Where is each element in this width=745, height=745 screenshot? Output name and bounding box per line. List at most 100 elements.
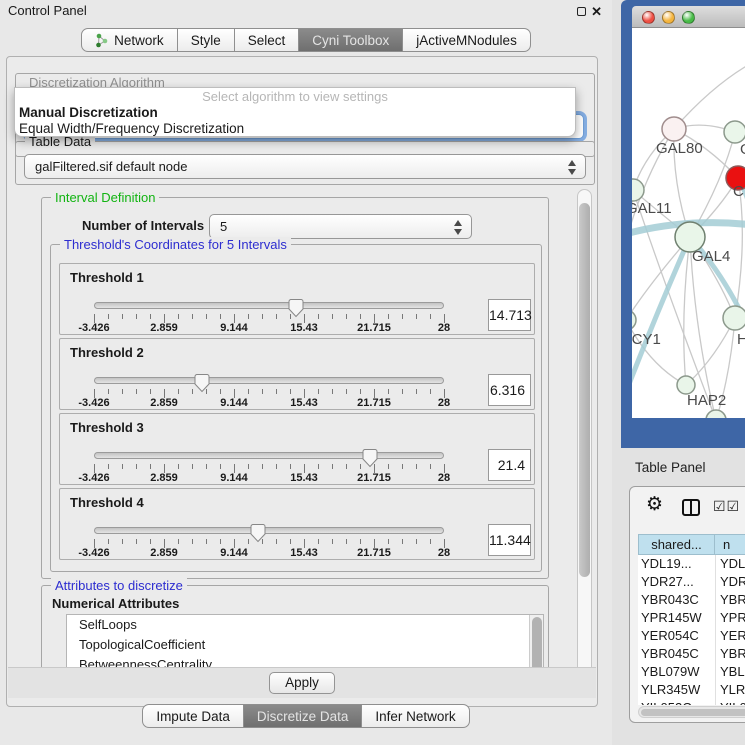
- slider-tick-labels: -3.4262.8599.14415.4321.71528: [94, 547, 445, 560]
- slider-track[interactable]: [94, 452, 444, 459]
- tab-impute-data[interactable]: Impute Data: [142, 704, 244, 728]
- table-panel-title: Table Panel: [635, 460, 706, 475]
- cell-shared-name: YIL052C: [638, 699, 715, 705]
- number-of-intervals-combo[interactable]: 5: [209, 214, 472, 239]
- network-node-label: C: [733, 183, 744, 200]
- slider-track[interactable]: [94, 527, 444, 534]
- cell-shared-name: YBR043C: [638, 591, 715, 609]
- algorithm-popup-item-equal-width[interactable]: Equal Width/Frequency Discretization: [19, 121, 244, 136]
- threshold-panel-3: Threshold 3-3.4262.8599.14415.4321.71528…: [59, 413, 535, 485]
- list-item-topologicalcoefficient[interactable]: TopologicalCoefficient: [67, 635, 543, 655]
- table-body[interactable]: YDL19...YDL1...YDR27...YDR2...YBR043CYBR…: [638, 555, 745, 705]
- threshold-panel-4: Threshold 4 -3.4262.8599.14415.4321.71528…: [59, 488, 535, 560]
- network-node-gal80[interactable]: [662, 117, 686, 141]
- threshold-value-field[interactable]: 11.344: [488, 524, 531, 556]
- split-view-icon[interactable]: [682, 499, 700, 516]
- network-node-label: GAL4: [692, 248, 730, 265]
- thresholds-group: Threshold's Coordinates for 5 Intervals …: [50, 244, 542, 572]
- table-row[interactable]: YIL052CYIL0: [638, 699, 745, 705]
- cell-name: YDR2...: [715, 573, 745, 591]
- numerical-attributes-list[interactable]: SelfLoopsTopologicalCoefficientBetweenne…: [66, 614, 544, 667]
- node-table-panel: ⚙ ☑☑ shared... n YDL19...YDL1...YDR27...…: [629, 486, 745, 723]
- tab-select[interactable]: Select: [235, 28, 300, 52]
- tab-label: Network: [114, 33, 164, 48]
- network-node-h[interactable]: [723, 306, 745, 330]
- tab-infer-network[interactable]: Infer Network: [362, 704, 469, 728]
- control-panel-title: Control Panel: [8, 0, 87, 22]
- table-data-combo[interactable]: galFiltered.sif default node: [24, 154, 586, 179]
- network-node-label: H: [737, 331, 745, 348]
- bottom-tab-bar: Impute Data Discretize Data Infer Network: [0, 704, 612, 728]
- attributes-group-title: Attributes to discretize: [51, 578, 187, 593]
- threshold-value-field[interactable]: 6.316: [488, 374, 531, 406]
- cell-shared-name: YBL079W: [638, 663, 715, 681]
- table-row[interactable]: YPR145WYPR1: [638, 609, 745, 627]
- cell-shared-name: YBR045C: [638, 645, 715, 663]
- float-icon[interactable]: [577, 7, 586, 16]
- threshold-label: Threshold 2: [70, 345, 144, 360]
- tab-network[interactable]: Network: [81, 28, 178, 52]
- thresholds-group-title: Threshold's Coordinates for 5 Intervals: [60, 237, 291, 252]
- cell-shared-name: YER054C: [638, 627, 715, 645]
- list-item-selfloops[interactable]: SelfLoops: [67, 615, 543, 635]
- traffic-light-close-icon[interactable]: [642, 11, 655, 24]
- settings-scrollbar[interactable]: [577, 189, 592, 694]
- cell-shared-name: YDL19...: [638, 555, 715, 573]
- table-row[interactable]: YBL079WYBL0: [638, 663, 745, 681]
- tab-discretize-data[interactable]: Discretize Data: [244, 704, 363, 728]
- cell-name: YBR0: [715, 645, 745, 663]
- tab-jactivemnodules[interactable]: jActiveMNodules: [403, 28, 531, 52]
- cell-name: YBL0: [715, 663, 745, 681]
- checkbox-icon[interactable]: ☑☑: [713, 499, 740, 515]
- network-window-titlebar[interactable]: [632, 6, 745, 28]
- table-horizontal-scrollbar[interactable]: [638, 706, 745, 718]
- tab-label: Infer Network: [375, 709, 455, 724]
- cell-name: YLR3: [715, 681, 745, 699]
- slider-track[interactable]: [94, 302, 444, 309]
- number-of-intervals-value: 5: [220, 219, 227, 234]
- stepper-icon: [454, 219, 464, 236]
- threshold-value-field[interactable]: 21.4: [488, 449, 531, 481]
- tab-label: jActiveMNodules: [416, 33, 517, 48]
- apply-button[interactable]: Apply: [269, 672, 335, 694]
- top-tab-bar: Network Style Select Cyni Toolbox jActiveMNo…: [0, 28, 612, 52]
- gear-icon[interactable]: ⚙: [646, 493, 663, 515]
- network-node[interactable]: [706, 410, 726, 418]
- slider-track[interactable]: [94, 377, 444, 384]
- table-row[interactable]: YBR045CYBR0: [638, 645, 745, 663]
- table-data-combo-value: galFiltered.sif default node: [35, 159, 187, 174]
- column-header-name[interactable]: n: [715, 534, 745, 555]
- network-node-label: GAL80: [656, 140, 703, 157]
- column-header-shared-name[interactable]: shared...: [638, 534, 715, 555]
- cell-name: YIL0: [715, 699, 745, 705]
- table-row[interactable]: YLR345WYLR3: [638, 681, 745, 699]
- threshold-label: Threshold 4: [70, 495, 144, 510]
- table-row[interactable]: YER054CYER0: [638, 627, 745, 645]
- tab-style[interactable]: Style: [178, 28, 235, 52]
- traffic-light-zoom-icon[interactable]: [682, 11, 695, 24]
- table-row[interactable]: YDL19...YDL1...: [638, 555, 745, 573]
- tab-label: Impute Data: [156, 709, 230, 724]
- threshold-panel-2: Threshold 2-3.4262.8599.14415.4321.71528…: [59, 338, 535, 410]
- control-panel: Control Panel ✕ Network Style Select Cyni T…: [0, 0, 612, 745]
- cell-name: YER0: [715, 627, 745, 645]
- network-node-gcy1[interactable]: [632, 310, 636, 330]
- attributes-scrollbar[interactable]: [529, 615, 543, 667]
- slider-tick-labels: -3.4262.8599.14415.4321.71528: [94, 322, 445, 335]
- table-row[interactable]: YDR27...YDR2...: [638, 573, 745, 591]
- slider-tick-labels: -3.4262.8599.14415.4321.71528: [94, 472, 445, 485]
- table-row[interactable]: YBR043CYBR0: [638, 591, 745, 609]
- tab-label: Select: [248, 33, 286, 48]
- network-canvas[interactable]: GAL80GCGAL11GAL4GCY1HHAP2: [632, 28, 745, 418]
- traffic-light-minimize-icon[interactable]: [662, 11, 675, 24]
- tab-label: Style: [191, 33, 221, 48]
- list-item-betweennesscentrality[interactable]: BetweennessCentrality: [67, 655, 543, 667]
- algorithm-popup: Select algorithm to view settings Manual…: [14, 87, 576, 137]
- network-view-window: GAL80GCGAL11GAL4GCY1HHAP2: [621, 0, 745, 448]
- network-node-g[interactable]: [724, 121, 745, 143]
- algorithm-popup-item-manual[interactable]: Manual Discretization: [19, 105, 158, 120]
- threshold-value-field[interactable]: 14.713: [488, 299, 531, 331]
- attributes-group: Attributes to discretize Numerical Attri…: [41, 585, 549, 667]
- tab-cyni-toolbox[interactable]: Cyni Toolbox: [299, 28, 403, 52]
- close-icon[interactable]: ✕: [591, 4, 602, 20]
